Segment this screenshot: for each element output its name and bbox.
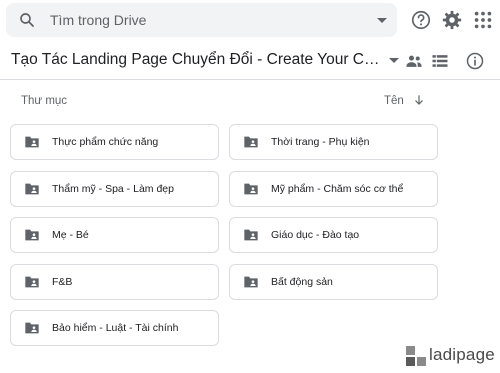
folder-shared-icon (25, 322, 39, 334)
folder-shared-icon (25, 183, 39, 195)
shared-people-icon[interactable] (404, 51, 424, 71)
help-icon[interactable] (410, 9, 432, 31)
settings-icon[interactable] (441, 9, 463, 31)
folder-item[interactable]: Bất động sản (229, 264, 438, 300)
folder-label: Thẩm mỹ - Spa - Làm đẹp (52, 183, 174, 195)
folder-label: F&B (52, 276, 73, 288)
ladipage-logo-mark-icon (406, 346, 426, 366)
folder-label: Thực phẩm chức năng (52, 136, 159, 148)
search-box[interactable]: Tìm trong Drive (6, 3, 397, 37)
sort-by-name-label[interactable]: Tên (384, 95, 404, 107)
folder-shared-icon (244, 183, 258, 195)
folder-shared-icon (25, 229, 39, 241)
brand-name: ladipage (429, 345, 495, 364)
folder-shared-icon (25, 276, 39, 288)
folder-item[interactable]: Giáo dục - Đào tạo (229, 217, 438, 253)
apps-grid-icon[interactable] (472, 9, 494, 31)
folder-label: Bất động sản (271, 276, 333, 288)
folder-label: Bảo hiểm - Luật - Tài chính (52, 322, 179, 334)
folder-item[interactable]: Thời trang - Phụ kiện (229, 124, 438, 160)
top-bar: Tìm trong Drive (0, 0, 500, 40)
folder-item[interactable]: Mỹ phẩm - Chăm sóc cơ thể (229, 171, 438, 207)
folder-menu-caret-icon[interactable] (389, 58, 399, 63)
folder-shared-icon (244, 229, 258, 241)
info-icon[interactable] (465, 51, 485, 71)
folder-shared-icon (244, 276, 258, 288)
folder-label: Giáo dục - Đào tạo (271, 229, 360, 241)
folder-title[interactable]: Tạo Tác Landing Page Chuyển Đổi - Create… (11, 51, 383, 69)
folder-header: Tạo Tác Landing Page Chuyển Đổi - Create… (0, 42, 500, 80)
folder-label: Mẹ - Bé (52, 229, 89, 241)
folder-item[interactable]: Thẩm mỹ - Spa - Làm đẹp (10, 171, 219, 207)
folder-item[interactable]: Thực phẩm chức năng (10, 124, 219, 160)
sort-direction-arrow-icon[interactable] (412, 93, 426, 107)
list-view-icon[interactable] (430, 51, 450, 71)
folder-item[interactable]: Mẹ - Bé (10, 217, 219, 253)
search-options-caret-icon[interactable] (377, 18, 387, 23)
folder-item[interactable]: Bảo hiểm - Luật - Tài chính (10, 310, 219, 346)
search-input[interactable]: Tìm trong Drive (50, 12, 146, 28)
folder-shared-icon (25, 136, 39, 148)
search-icon[interactable] (18, 11, 36, 29)
folders-section-label: Thư mục (21, 95, 68, 107)
folder-item[interactable]: F&B (10, 264, 219, 300)
ladipage-logo: ladipage (406, 344, 496, 368)
folder-label: Mỹ phẩm - Chăm sóc cơ thể (271, 183, 404, 195)
folder-label: Thời trang - Phụ kiện (271, 136, 370, 148)
folder-shared-icon (244, 136, 258, 148)
